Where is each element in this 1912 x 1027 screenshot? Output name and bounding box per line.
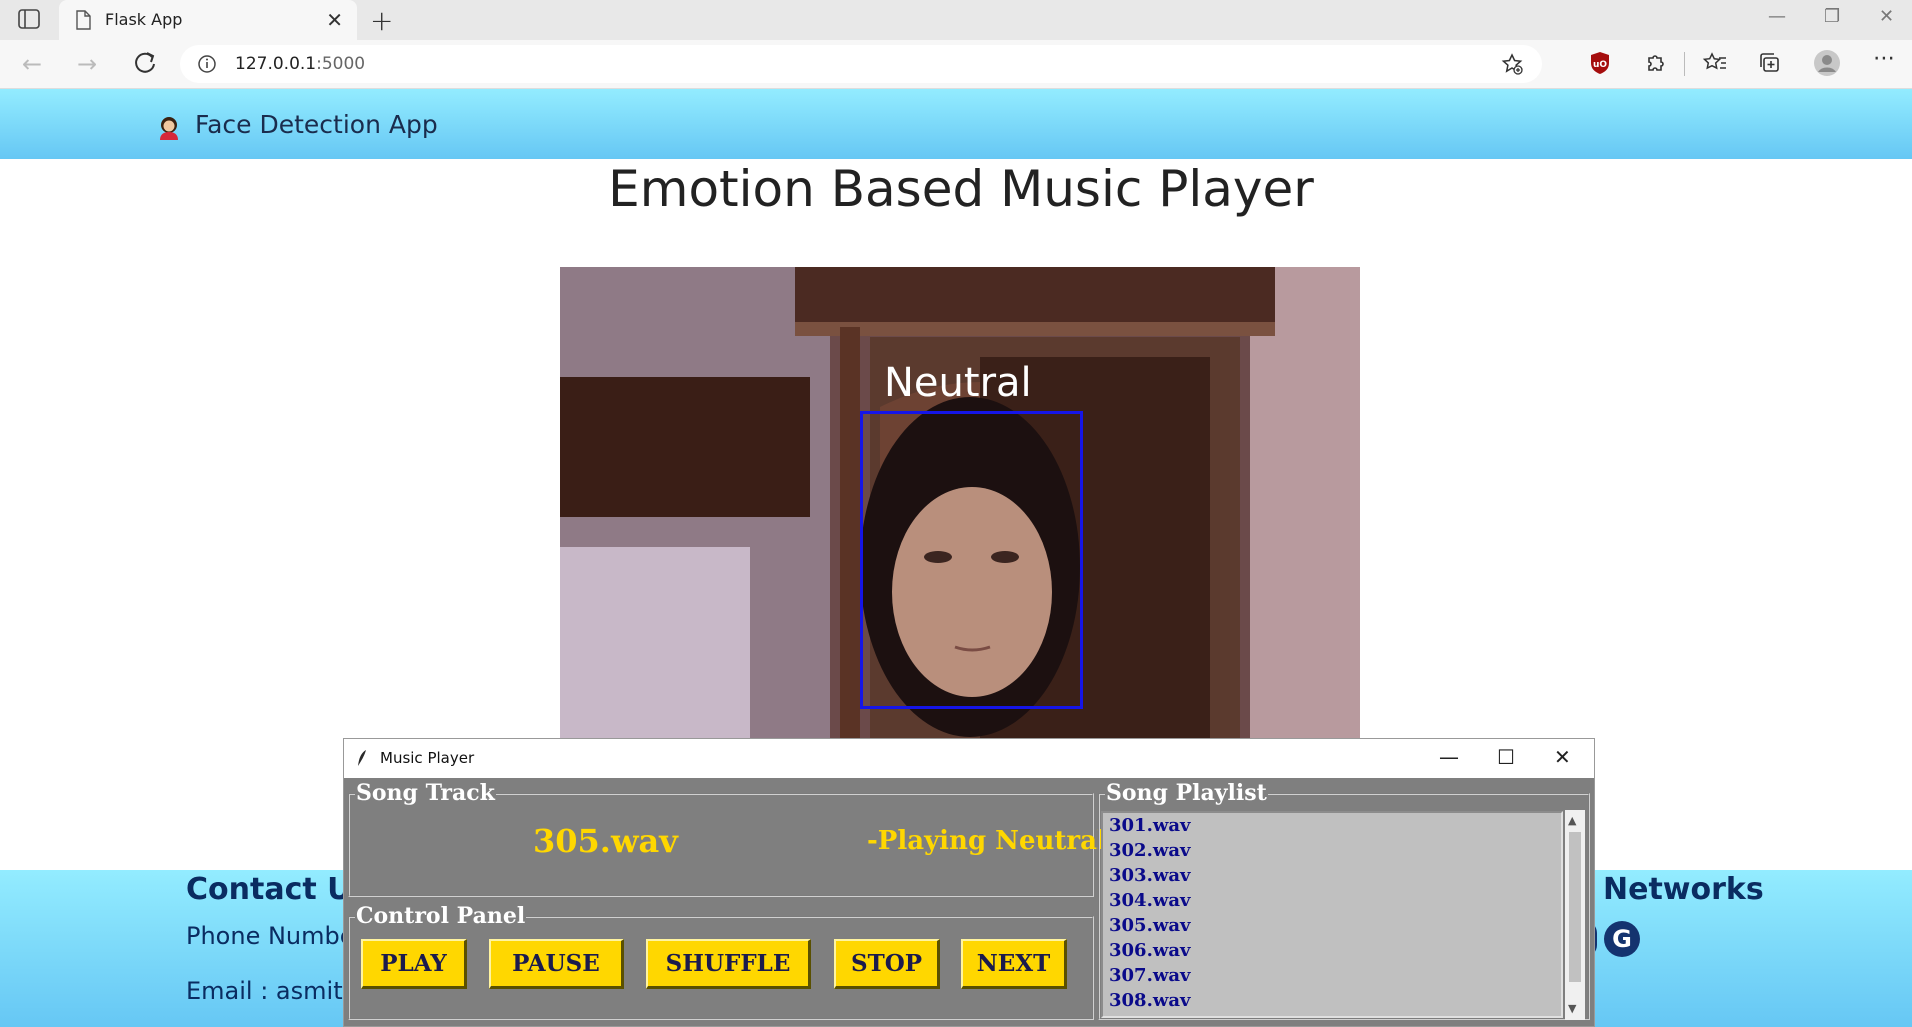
- music-player-title: Music Player: [380, 749, 475, 767]
- page-icon: [76, 10, 91, 30]
- tk-close-icon[interactable]: ✕: [1554, 745, 1571, 769]
- restore-window-icon[interactable]: ❐: [1824, 6, 1840, 27]
- playlist-item[interactable]: 306.wav: [1103, 938, 1561, 963]
- forward-icon[interactable]: →: [77, 50, 97, 78]
- play-button[interactable]: PLAY: [361, 939, 467, 989]
- song-playlist-title: Song Playlist: [1105, 780, 1268, 806]
- networks-title: Networks: [1603, 872, 1764, 907]
- next-button[interactable]: NEXT: [961, 939, 1067, 989]
- song-playlist-listbox[interactable]: 301.wav 302.wav 303.wav 304.wav 305.wav …: [1101, 811, 1563, 1018]
- scroll-down-icon[interactable]: ▼: [1568, 1002, 1576, 1015]
- brand-person-icon: [160, 117, 178, 140]
- song-track-title: Song Track: [355, 780, 496, 806]
- url-text: 127.0.0.1:5000: [235, 54, 366, 74]
- browser-toolbar: ← → 127.0.0.1:5000 uO ⋯: [0, 40, 1912, 89]
- scroll-up-icon[interactable]: ▲: [1568, 814, 1576, 827]
- playlist-item[interactable]: 303.wav: [1103, 863, 1561, 888]
- browser-tab[interactable]: Flask App ✕: [59, 0, 357, 40]
- playlist-item[interactable]: 302.wav: [1103, 838, 1561, 863]
- minimize-window-icon[interactable]: —: [1768, 6, 1786, 27]
- playing-status-label: -Playing Neutral: [867, 826, 1107, 856]
- site-info-icon[interactable]: [197, 54, 217, 74]
- browser-tabstrip: Flask App ✕ + — ❐ ✕: [0, 0, 1912, 40]
- music-player-titlebar[interactable]: Music Player — ☐ ✕: [344, 739, 1594, 778]
- close-window-icon[interactable]: ✕: [1879, 6, 1894, 27]
- new-tab-icon[interactable]: +: [370, 4, 393, 37]
- toolbar-divider: [1684, 52, 1685, 76]
- detected-emotion-label: Neutral: [884, 360, 1032, 406]
- playlist-item[interactable]: 304.wav: [1103, 888, 1561, 913]
- navbar-brand[interactable]: Face Detection App: [195, 110, 438, 139]
- reload-icon[interactable]: [131, 48, 159, 76]
- stop-button[interactable]: STOP: [834, 939, 940, 989]
- collections-icon[interactable]: [1756, 49, 1784, 77]
- current-song-label: 305.wav: [533, 822, 678, 860]
- ublock-icon[interactable]: uO: [1586, 49, 1614, 77]
- scrollbar-thumb[interactable]: [1569, 832, 1581, 982]
- tab-title: Flask App: [105, 10, 183, 29]
- svg-text:uO: uO: [1593, 60, 1607, 70]
- address-bar[interactable]: 127.0.0.1:5000: [180, 45, 1542, 83]
- extensions-icon[interactable]: [1641, 49, 1669, 77]
- more-options-icon[interactable]: ⋯: [1873, 46, 1895, 71]
- contact-title: Contact Us: [186, 872, 370, 907]
- phone-label: Phone Number: [186, 922, 365, 950]
- tk-maximize-icon[interactable]: ☐: [1497, 745, 1515, 769]
- playlist-item[interactable]: 307.wav: [1103, 963, 1561, 988]
- tk-minimize-icon[interactable]: —: [1439, 745, 1459, 769]
- playlist-item[interactable]: 305.wav: [1103, 913, 1561, 938]
- tk-feather-icon: [358, 750, 366, 766]
- playlist-item[interactable]: 308.wav: [1103, 988, 1561, 1013]
- profile-avatar-icon[interactable]: [1813, 49, 1841, 77]
- face-detection-box: [860, 411, 1083, 709]
- back-icon[interactable]: ←: [22, 50, 42, 78]
- control-panel-title: Control Panel: [355, 903, 527, 929]
- favorites-icon[interactable]: [1701, 49, 1729, 77]
- tab-close-icon[interactable]: ✕: [326, 8, 343, 32]
- pause-button[interactable]: PAUSE: [489, 939, 624, 989]
- playlist-scrollbar[interactable]: ▲ ▼: [1565, 810, 1585, 1020]
- tab-actions-icon[interactable]: [18, 9, 40, 29]
- add-favorite-icon[interactable]: [1500, 52, 1524, 76]
- google-icon[interactable]: G: [1604, 921, 1640, 957]
- page-heading: Emotion Based Music Player: [608, 160, 1314, 218]
- playlist-item[interactable]: 301.wav: [1103, 813, 1561, 838]
- shuffle-button[interactable]: SHUFFLE: [646, 939, 811, 989]
